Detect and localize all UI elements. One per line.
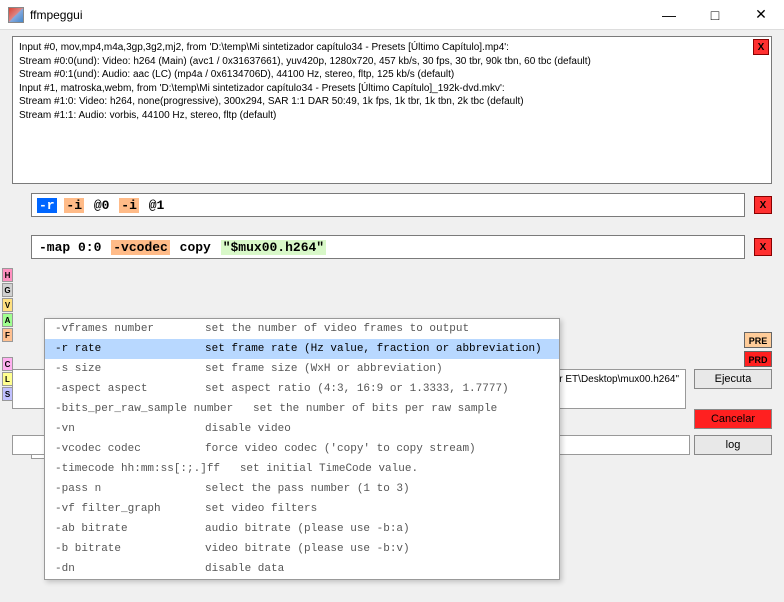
- maximize-button[interactable]: □: [692, 0, 738, 30]
- cat-g-button[interactable]: G: [2, 283, 13, 297]
- token-at0: @0: [92, 198, 112, 213]
- dropdown-item[interactable]: -vcodec codecforce video codec ('copy' t…: [45, 439, 559, 459]
- close-button[interactable]: ✕: [738, 0, 784, 30]
- autocomplete-dropdown[interactable]: -vframes numberset the number of video f…: [44, 318, 560, 580]
- token-map: -map 0:0: [37, 240, 103, 255]
- log-button[interactable]: log: [694, 435, 772, 455]
- app-icon: [8, 7, 24, 23]
- cancel-button[interactable]: Cancelar: [694, 409, 772, 429]
- row-delete-button[interactable]: X: [754, 238, 772, 256]
- window-title: ffmpeggui: [30, 8, 646, 22]
- row-delete-button[interactable]: X: [754, 196, 772, 214]
- prd-button[interactable]: PRD: [744, 351, 772, 367]
- command-input-1[interactable]: -r -i @0 -i @1: [31, 193, 745, 217]
- dropdown-item[interactable]: -vf filter_graphset video filters: [45, 499, 559, 519]
- info-line: Input #0, mov,mp4,m4a,3gp,3g2,mj2, from …: [19, 41, 765, 55]
- dropdown-item[interactable]: -dndisable data: [45, 559, 559, 579]
- dropdown-item[interactable]: -s sizeset frame size (WxH or abbreviati…: [45, 359, 559, 379]
- cat-a-button[interactable]: A: [2, 313, 13, 327]
- info-close-button[interactable]: X: [753, 39, 769, 55]
- token-i2: -i: [119, 198, 139, 213]
- cat-h-button[interactable]: H: [2, 268, 13, 282]
- token-i: -i: [64, 198, 84, 213]
- dropdown-item[interactable]: -ab bitrateaudio bitrate (please use -b:…: [45, 519, 559, 539]
- dropdown-item[interactable]: -bits_per_raw_sample number set the numb…: [45, 399, 559, 419]
- info-line: Input #1, matroska,webm, from 'D:\temp\M…: [19, 82, 765, 96]
- dropdown-item[interactable]: -pass nselect the pass number (1 to 3): [45, 479, 559, 499]
- dropdown-item[interactable]: -b bitratevideo bitrate (please use -b:v…: [45, 539, 559, 559]
- token-at1: @1: [147, 198, 167, 213]
- dropdown-item[interactable]: -vndisable video: [45, 419, 559, 439]
- media-info-panel: Input #0, mov,mp4,m4a,3gp,3g2,mj2, from …: [12, 36, 772, 184]
- token-output: "$mux00.h264": [221, 240, 326, 255]
- cat-v-button[interactable]: V: [2, 298, 13, 312]
- token-copy: copy: [178, 240, 213, 255]
- pre-button[interactable]: PRE: [744, 332, 772, 348]
- execute-button[interactable]: Ejecuta: [694, 369, 772, 389]
- titlebar: ffmpeggui — □ ✕: [0, 0, 784, 30]
- command-input-2[interactable]: -map 0:0 -vcodec copy "$mux00.h264": [31, 235, 745, 259]
- cat-f-button[interactable]: F: [2, 328, 13, 342]
- dropdown-item[interactable]: -vframes numberset the number of video f…: [45, 319, 559, 339]
- info-line: Stream #1:1: Audio: vorbis, 44100 Hz, st…: [19, 109, 765, 123]
- info-line: Stream #0:1(und): Audio: aac (LC) (mp4a …: [19, 68, 765, 82]
- window-controls: — □ ✕: [646, 0, 784, 30]
- info-line: Stream #1:0: Video: h264, none(progressi…: [19, 95, 765, 109]
- dropdown-item[interactable]: -r rateset frame rate (Hz value, fractio…: [45, 339, 559, 359]
- right-preset-buttons: PRE PRD: [744, 332, 772, 370]
- dropdown-item[interactable]: -aspect aspectset aspect ratio (4:3, 16:…: [45, 379, 559, 399]
- info-line: Stream #0:0(und): Video: h264 (Main) (av…: [19, 55, 765, 69]
- token-vcodec: -vcodec: [111, 240, 170, 255]
- dropdown-item[interactable]: -timecode hh:mm:ss[:;.]ff set initial Ti…: [45, 459, 559, 479]
- token-r: -r: [37, 198, 57, 213]
- minimize-button[interactable]: —: [646, 0, 692, 30]
